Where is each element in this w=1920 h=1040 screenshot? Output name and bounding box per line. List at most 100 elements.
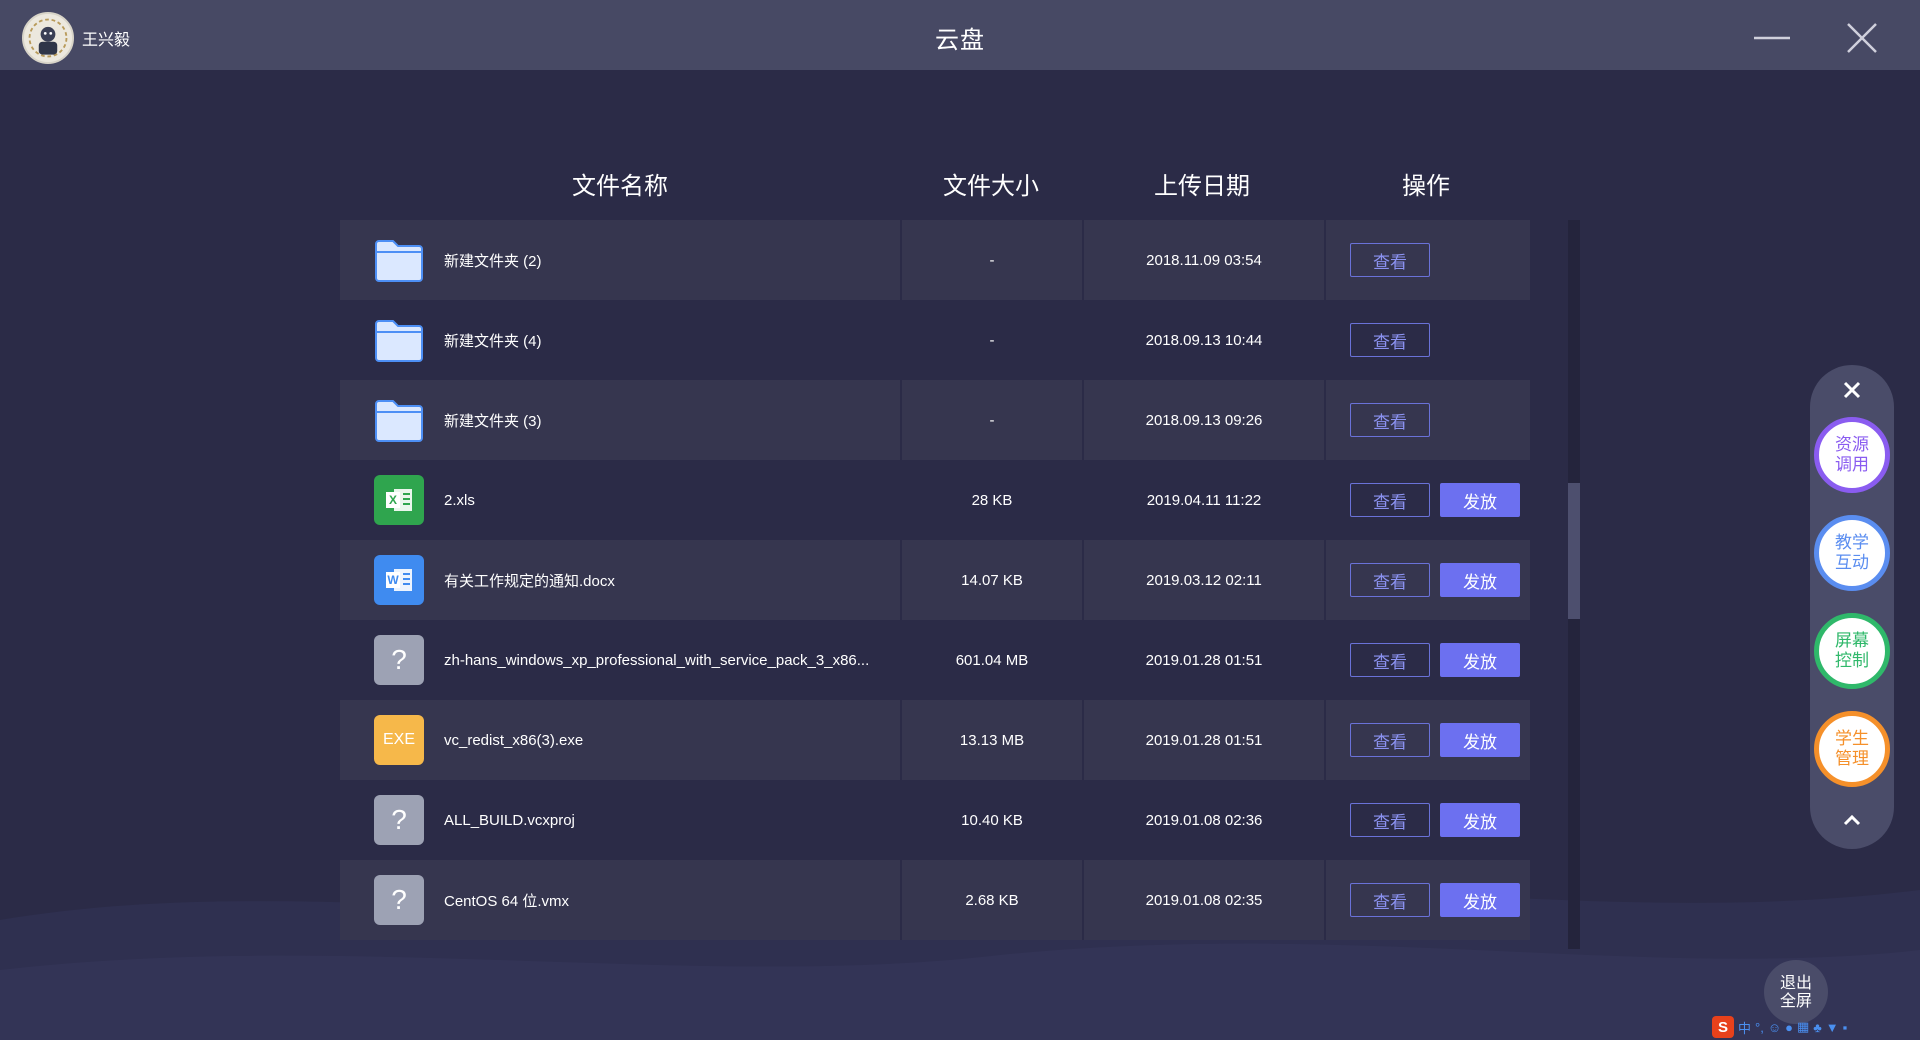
close-button[interactable] [1842, 18, 1882, 58]
header-file-name: 文件名称 [572, 173, 668, 200]
file-size-cell: - [902, 300, 1084, 380]
operation-cell: 查看 发放 [1326, 620, 1530, 700]
ime-punctuation-indicator[interactable]: °, [1755, 1020, 1764, 1035]
unknown-file-icon: ? [374, 795, 424, 845]
header-operation: 操作 [1402, 173, 1450, 200]
emoji-icon[interactable]: ☺ [1768, 1020, 1781, 1035]
upload-date: 2018.09.13 10:44 [1145, 331, 1263, 349]
resource-call-button[interactable]: 资源调用 [1814, 417, 1890, 493]
screen-control-button[interactable]: 屏幕控制 [1814, 613, 1890, 689]
username: 王兴毅 [82, 32, 131, 49]
student-management-label: 学生管理 [1835, 729, 1869, 769]
distribute-button[interactable]: 发放 [1440, 723, 1520, 757]
table-row[interactable]: X 2.xls 28 KB 2019.04.11 11:22 查看 发放 [340, 460, 1530, 540]
file-size-cell: 28 KB [902, 460, 1084, 540]
table-row[interactable]: 新建文件夹 (4) - 2018.09.13 10:44 查看 [340, 300, 1530, 380]
table-row[interactable]: W 有关工作规定的通知.docx 14.07 KB 2019.03.12 02:11 查… [340, 540, 1530, 620]
file-name-cell: EXE vc_redist_x86(3).exe [340, 700, 902, 780]
file-name: ALL_BUILD.vcxproj [444, 811, 575, 829]
file-size-cell: 10.40 KB [902, 780, 1084, 860]
file-name-cell: 新建文件夹 (3) [340, 380, 902, 460]
skin-icon[interactable]: ♣ [1813, 1020, 1822, 1035]
unknown-file-icon: ? [374, 875, 424, 925]
upload-date-cell: 2018.09.13 09:26 [1084, 380, 1326, 460]
word-icon: W [374, 555, 424, 605]
file-table[interactable]: 新建文件夹 (2) -2018.11.09 03:54 查看 新建文件夹 (4) -20… [340, 220, 1530, 949]
toolbox-icon[interactable]: ▪ [1843, 1020, 1848, 1035]
exit-fullscreen-button[interactable]: 退出全屏 [1764, 960, 1828, 1024]
svg-text:X: X [389, 493, 397, 507]
file-name-cell: 新建文件夹 (2) [340, 220, 902, 300]
file-size-cell: 2.68 KB [902, 860, 1084, 940]
operation-cell: 查看 发放 [1326, 860, 1530, 940]
toolbar-close-button[interactable] [1837, 375, 1867, 405]
file-size: 14.07 KB [961, 571, 1023, 589]
file-name: 2.xls [444, 491, 475, 509]
view-button[interactable]: 查看 [1350, 323, 1430, 357]
close-icon [1847, 23, 1877, 53]
excel-icon: X [374, 475, 424, 525]
distribute-button[interactable]: 发放 [1440, 803, 1520, 837]
file-name: 新建文件夹 (4) [444, 332, 542, 350]
view-button[interactable]: 查看 [1350, 803, 1430, 837]
table-row[interactable]: ? CentOS 64 位.vmx 2.68 KB 2019.01.08 02:35 查… [340, 860, 1530, 940]
view-button[interactable]: 查看 [1350, 883, 1430, 917]
upload-date-cell: 2019.01.08 02:36 [1084, 780, 1326, 860]
file-size-cell: 14.07 KB [902, 540, 1084, 620]
scrollbar[interactable] [1568, 220, 1580, 949]
title-bar: 王兴毅 云盘 [0, 0, 1920, 70]
shirt-icon[interactable]: ▼ [1826, 1020, 1839, 1035]
operation-cell: 查看 [1326, 380, 1530, 460]
collapse-toolbar-button[interactable] [1837, 805, 1867, 835]
main-area: 文件名称 文件大小 上传日期 操作 新建文件夹 (2) - 2018.11.09 0… [0, 70, 1920, 1040]
ime-toolbar[interactable]: S 中 °, ☺ ● ▦ ♣ ▼ ▪ [1712, 1016, 1918, 1038]
upload-date: 2018.09.13 09:26 [1145, 411, 1263, 429]
floating-toolbar: 资源调用 教学互动 屏幕控制 学生管理 [1810, 365, 1894, 849]
view-button[interactable]: 查看 [1350, 563, 1430, 597]
unknown-file-icon: ? [374, 635, 424, 685]
sogou-ime-logo[interactable]: S [1712, 1016, 1734, 1038]
view-button[interactable]: 查看 [1350, 243, 1430, 277]
file-name-cell: ? ALL_BUILD.vcxproj [340, 780, 902, 860]
upload-date-cell: 2018.11.09 03:54 [1084, 220, 1326, 300]
view-button[interactable]: 查看 [1350, 403, 1430, 437]
file-size: - [989, 331, 995, 349]
header-file-size: 文件大小 [943, 173, 1039, 200]
table-row[interactable]: ? ALL_BUILD.vcxproj 10.40 KB 2019.01.08 02:… [340, 780, 1530, 860]
minimize-button[interactable] [1752, 18, 1792, 58]
upload-date: 2019.04.11 11:22 [1146, 491, 1262, 509]
table-row[interactable]: 新建文件夹 (3) - 2018.09.13 09:26 查看 [340, 380, 1530, 460]
window-title: 云盘 [935, 27, 985, 54]
upload-date-cell: 2018.09.13 10:44 [1084, 300, 1326, 380]
distribute-button[interactable]: 发放 [1440, 643, 1520, 677]
file-size: 2.68 KB [965, 891, 1019, 909]
scrollbar-thumb[interactable] [1568, 483, 1580, 619]
file-name-cell: ? zh-hans_windows_xp_professional_with_se… [340, 620, 902, 700]
screen-control-label: 屏幕控制 [1835, 631, 1869, 671]
user-avatar[interactable] [22, 12, 74, 64]
distribute-button[interactable]: 发放 [1440, 883, 1520, 917]
folder-icon [374, 235, 424, 285]
upload-date-cell: 2019.01.08 02:35 [1084, 860, 1326, 940]
microphone-icon[interactable]: ● [1785, 1020, 1793, 1035]
file-size-cell: - [902, 220, 1084, 300]
view-button[interactable]: 查看 [1350, 723, 1430, 757]
table-row[interactable]: ? zh-hans_windows_xp_professional_with_se… [340, 620, 1530, 700]
keyboard-icon[interactable]: ▦ [1797, 1019, 1809, 1035]
folder-icon [374, 315, 424, 365]
distribute-button[interactable]: 发放 [1440, 483, 1520, 517]
file-size-cell: 601.04 MB [902, 620, 1084, 700]
file-size: - [989, 251, 995, 269]
student-management-button[interactable]: 学生管理 [1814, 711, 1890, 787]
avatar-image [24, 14, 72, 62]
table-row[interactable]: 新建文件夹 (2) - 2018.11.09 03:54 查看 [340, 220, 1530, 300]
upload-date-cell: 2019.01.28 01:51 [1084, 700, 1326, 780]
view-button[interactable]: 查看 [1350, 483, 1430, 517]
table-row[interactable]: EXE vc_redist_x86(3).exe 13.13 MB 2019.01.2… [340, 700, 1530, 780]
upload-date: 2019.01.28 01:51 [1145, 651, 1263, 669]
distribute-button[interactable]: 发放 [1440, 563, 1520, 597]
view-button[interactable]: 查看 [1350, 643, 1430, 677]
file-name: zh-hans_windows_xp_professional_with_ser… [444, 651, 870, 669]
ime-mode-indicator[interactable]: 中 [1738, 1018, 1751, 1037]
teaching-interaction-button[interactable]: 教学互动 [1814, 515, 1890, 591]
